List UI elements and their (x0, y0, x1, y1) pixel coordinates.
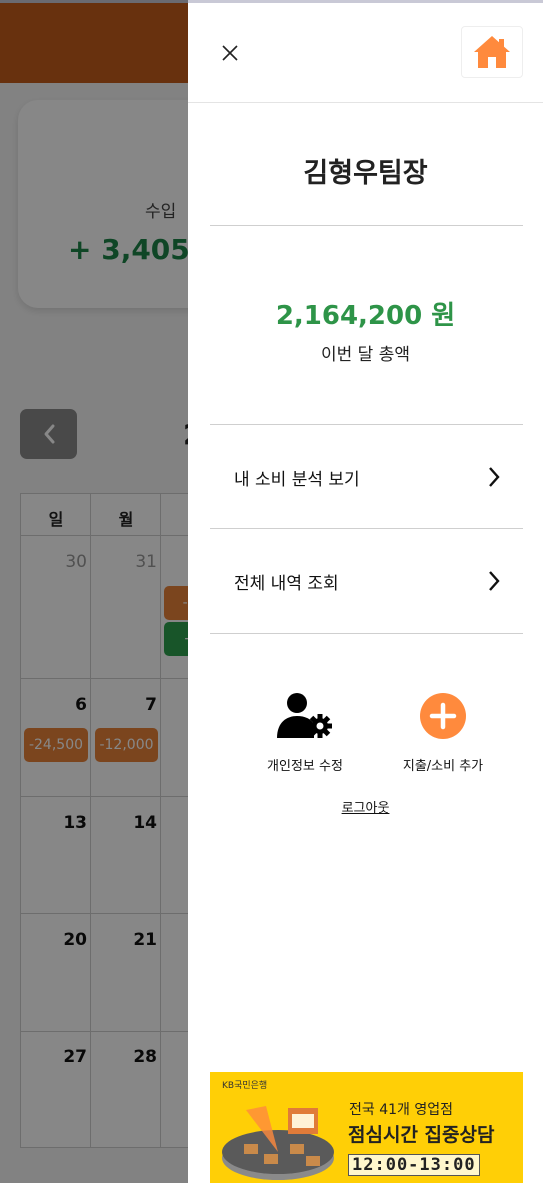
kb-bank-ad-banner[interactable]: KB국민은행 전국 41개 영업점 점심시간 집중상담 12:00-13:00 (210, 1072, 523, 1183)
plus-circle-icon (420, 693, 466, 739)
divider (210, 633, 523, 634)
side-drawer: 김형우팀장 2,164,200 원 이번 달 총액 내 소비 분석 보기 전체 … (188, 0, 543, 1183)
close-icon (222, 45, 238, 61)
logout-link[interactable]: 로그아웃 (188, 797, 543, 816)
menu-item-label: 전체 내역 조회 (234, 573, 339, 594)
home-button[interactable] (461, 26, 523, 78)
menu-item-all-history[interactable]: 전체 내역 조회 (210, 529, 523, 633)
chevron-right-icon (489, 571, 500, 591)
menu-item-label: 내 소비 분석 보기 (234, 469, 360, 490)
monthly-total-label: 이번 달 총액 (320, 345, 410, 365)
drawer-header (188, 3, 543, 103)
home-icon (474, 36, 510, 68)
add-expense-label: 지출/소비 추가 (402, 759, 484, 774)
chevron-right-icon (489, 467, 500, 487)
edit-profile-label: 개인정보 수정 (267, 759, 343, 774)
edit-profile-button[interactable]: 개인정보 수정 (230, 691, 380, 774)
add-expense-button[interactable]: 지출/소비 추가 (368, 691, 518, 774)
ad-hours: 12:00-13:00 (348, 1154, 480, 1176)
user-name: 김형우팀장 (303, 158, 428, 189)
menu-item-spending-analysis[interactable]: 내 소비 분석 보기 (210, 425, 523, 529)
branch-illustration (222, 1106, 334, 1180)
ad-line-1: 전국 41개 영업점 (349, 1102, 453, 1118)
monthly-total-amount: 2,164,200 원 (275, 301, 456, 331)
divider (210, 225, 523, 226)
close-button[interactable] (218, 41, 244, 67)
user-gear-icon (277, 693, 332, 738)
ad-line-2: 점심시간 집중상담 (348, 1124, 495, 1146)
